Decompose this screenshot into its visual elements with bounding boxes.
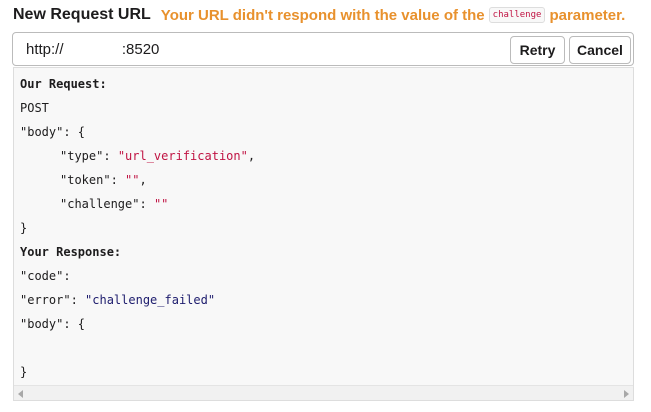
error-text-prefix: Your URL didn't respond with the value o… (160, 6, 485, 24)
response-body-empty (20, 336, 255, 360)
response-code-sep: : (63, 269, 71, 283)
request-field-challenge: "challenge": "" (20, 192, 255, 216)
response-code: "code": (20, 264, 255, 288)
request-body-key: "body" (20, 125, 64, 139)
response-error-sep: : (70, 293, 86, 307)
log-content: Our Request: POST "body": { "type": "url… (20, 72, 255, 384)
horizontal-scrollbar[interactable] (14, 385, 633, 400)
field-end: , (247, 149, 256, 163)
response-code-key: "code" (20, 269, 64, 283)
field-sep: : (139, 197, 154, 211)
field-sep: : (110, 173, 126, 187)
field-key: "token" (60, 173, 111, 187)
section-title: New Request URL (13, 6, 151, 23)
field-key: "type" (60, 149, 104, 163)
response-body-key: "body" (20, 317, 64, 331)
challenge-code-chip: challenge (488, 7, 546, 23)
response-heading: Your Response: (20, 245, 122, 259)
field-value: "url_verification" (117, 149, 248, 163)
request-url-input[interactable] (14, 34, 494, 64)
field-value: "" (125, 173, 140, 187)
field-key: "challenge" (60, 197, 140, 211)
header: New Request URL Your URL didn't respond … (13, 4, 625, 26)
request-method: POST (20, 101, 49, 115)
url-input-row: Retry Cancel (12, 32, 634, 66)
field-sep: : (103, 149, 118, 163)
request-body-close: } (20, 221, 28, 235)
cancel-button[interactable]: Cancel (569, 36, 631, 64)
response-log-panel[interactable]: Our Request: POST "body": { "type": "url… (13, 67, 634, 401)
request-heading: Our Request: (20, 77, 107, 91)
request-field-type: "type": "url_verification", (20, 144, 255, 168)
scroll-left-arrow-icon[interactable] (18, 390, 23, 398)
error-message: Your URL didn't respond with the value o… (161, 7, 626, 24)
request-url-dialog: New Request URL Your URL didn't respond … (0, 0, 651, 412)
field-value: "" (153, 197, 169, 211)
scroll-right-arrow-icon[interactable] (624, 390, 629, 398)
field-end: , (139, 173, 147, 187)
response-error-key: "error" (20, 293, 71, 307)
error-text-suffix: parameter. (549, 6, 626, 24)
response-body-close: } (20, 365, 28, 379)
response-error-value: "challenge_failed" (85, 293, 216, 307)
request-body-brace: : { (63, 125, 86, 139)
request-field-token: "token": "", (20, 168, 255, 192)
response-error: "error": "challenge_failed" (20, 288, 255, 312)
retry-button[interactable]: Retry (510, 36, 565, 64)
response-body-open: "body": { (20, 312, 255, 336)
response-body-brace: : { (63, 317, 86, 331)
request-body-open: "body": { (20, 120, 255, 144)
